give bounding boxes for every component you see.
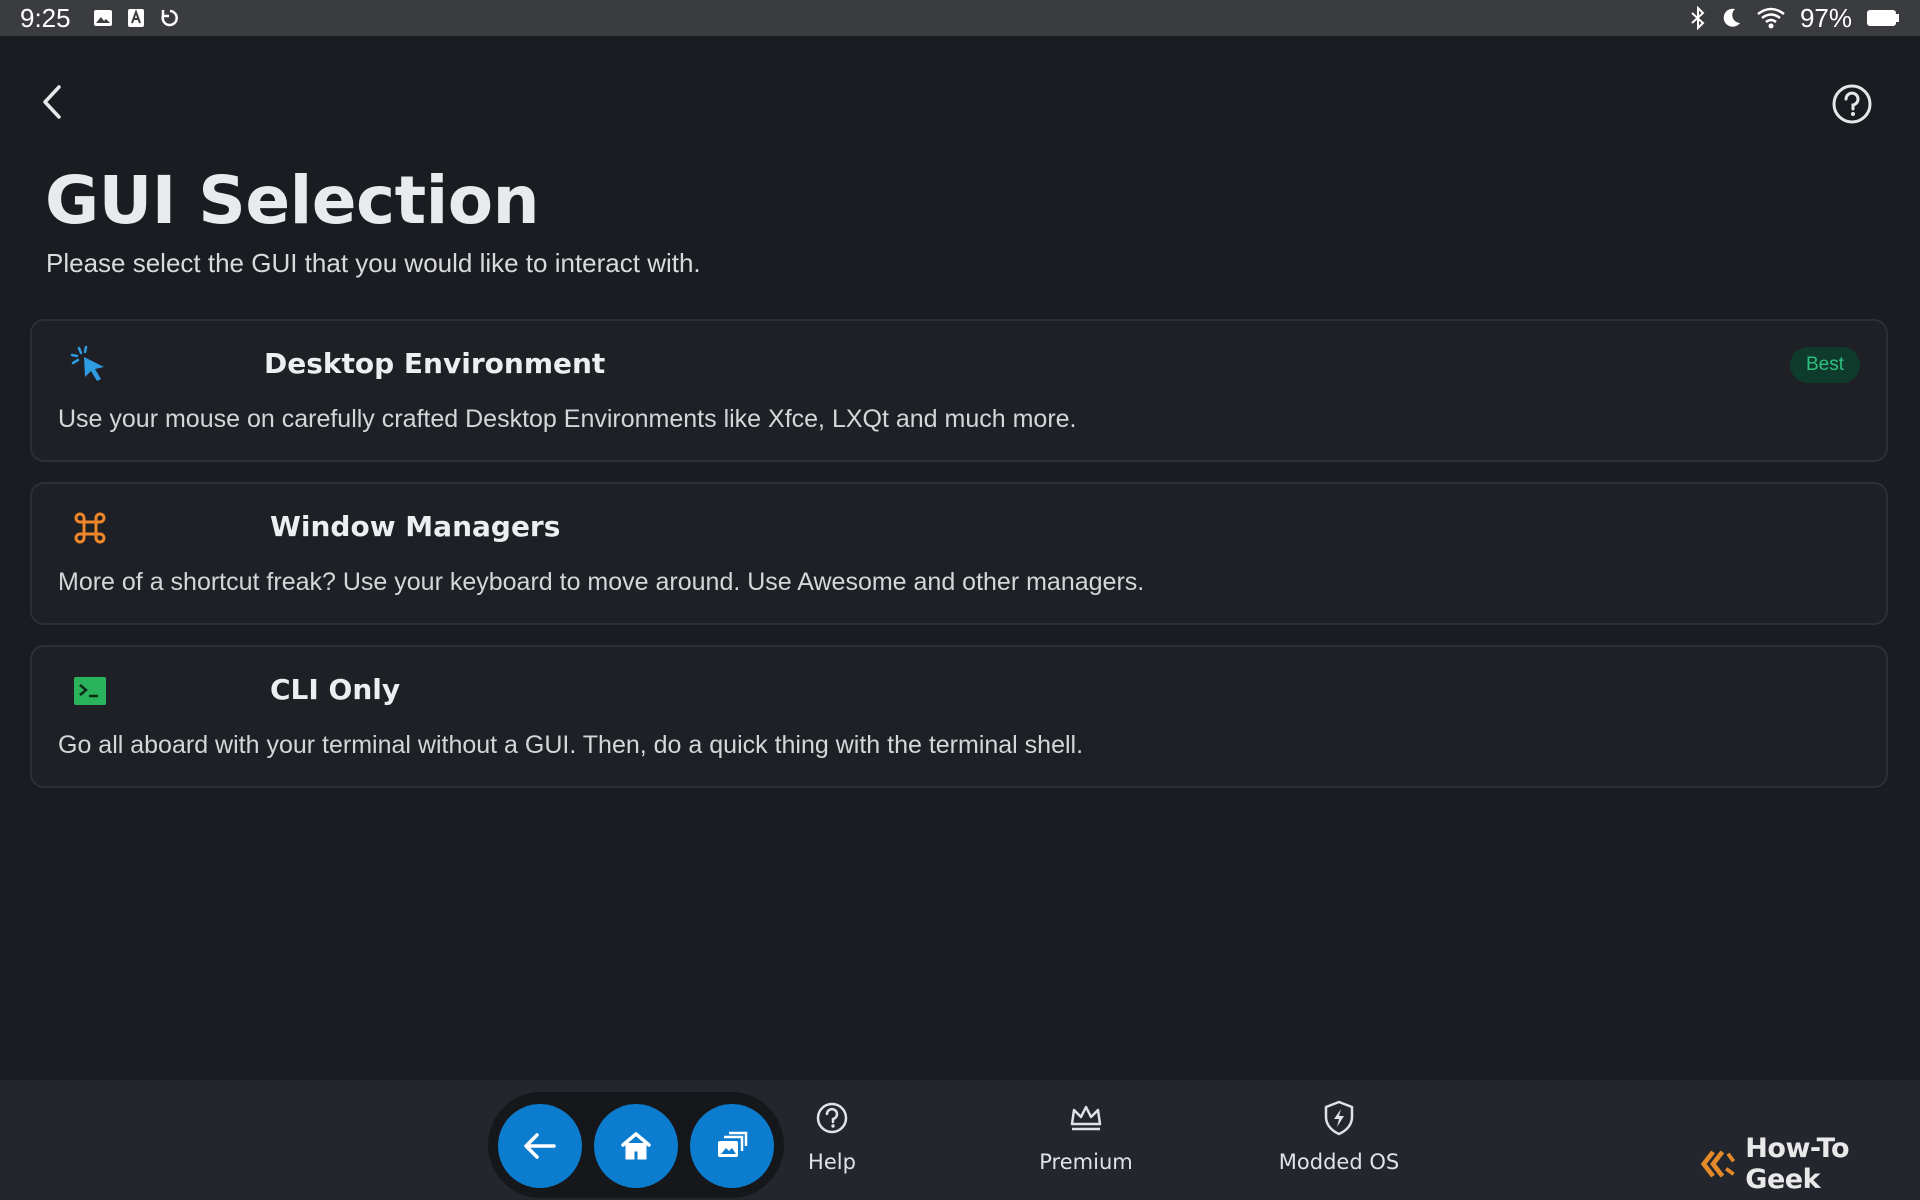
help-circle-icon: [1832, 84, 1872, 124]
bottom-nav: ome Help Premium Modded OS: [0, 1080, 1920, 1200]
command-key-icon: [70, 508, 110, 548]
page-title: GUI Selection: [45, 162, 540, 239]
status-time: 9:25: [20, 2, 71, 33]
cursor-click-icon: [70, 345, 110, 385]
image-icon: [93, 8, 113, 28]
option-description: More of a shortcut freak? Use your keybo…: [58, 568, 1145, 596]
nav-help[interactable]: Help: [792, 1098, 872, 1188]
option-cli-only[interactable]: CLI Only Go all aboard with your termina…: [30, 645, 1888, 788]
option-description: Use your mouse on carefully crafted Desk…: [58, 405, 1077, 433]
nav-modded-os[interactable]: Modded OS: [1274, 1098, 1404, 1188]
option-title: CLI Only: [270, 673, 401, 706]
dock-home-button[interactable]: [594, 1104, 678, 1188]
text-icon: [127, 8, 145, 28]
recent-apps-icon: [718, 1131, 748, 1157]
back-arrow-icon: [524, 1133, 556, 1159]
watermark-text: How-To Geek: [1745, 1133, 1850, 1195]
help-circle-icon: [812, 1098, 852, 1138]
wifi-icon: [1756, 7, 1786, 29]
home-icon: [621, 1132, 651, 1160]
best-badge: Best: [1789, 347, 1860, 383]
page-subtitle: Please select the GUI that you would lik…: [46, 248, 701, 278]
nav-premium-label: Premium: [1039, 1150, 1133, 1174]
option-title: Window Managers: [270, 510, 561, 543]
nav-premium[interactable]: Premium: [1026, 1098, 1146, 1188]
battery-icon: [1866, 9, 1900, 27]
moon-icon: [1720, 7, 1742, 29]
sync-icon: [159, 7, 181, 29]
dock-recents-button[interactable]: [690, 1104, 774, 1188]
crown-icon: [1066, 1098, 1106, 1138]
help-button[interactable]: [1830, 82, 1874, 126]
chevron-left-icon: [43, 85, 61, 119]
status-bar: 9:25 97%: [0, 0, 1920, 36]
how-to-geek-logo-icon: [1700, 1150, 1736, 1178]
nav-help-label: Help: [808, 1150, 856, 1174]
option-description: Go all aboard with your terminal without…: [58, 731, 1084, 759]
watermark: How-To Geek: [1700, 1133, 1920, 1195]
terminal-icon: [70, 671, 110, 711]
option-title: Desktop Environment: [264, 347, 606, 380]
battery-percent: 97%: [1799, 2, 1852, 33]
dock-back-button[interactable]: [498, 1104, 582, 1188]
bluetooth-icon: [1690, 6, 1706, 30]
back-button[interactable]: [34, 80, 70, 124]
nav-modded-os-label: Modded OS: [1278, 1150, 1400, 1174]
shield-bolt-icon: [1319, 1098, 1359, 1138]
option-desktop-environment[interactable]: Desktop Environment Best Use your mouse …: [30, 319, 1888, 462]
option-window-managers[interactable]: Window Managers More of a shortcut freak…: [30, 482, 1888, 625]
